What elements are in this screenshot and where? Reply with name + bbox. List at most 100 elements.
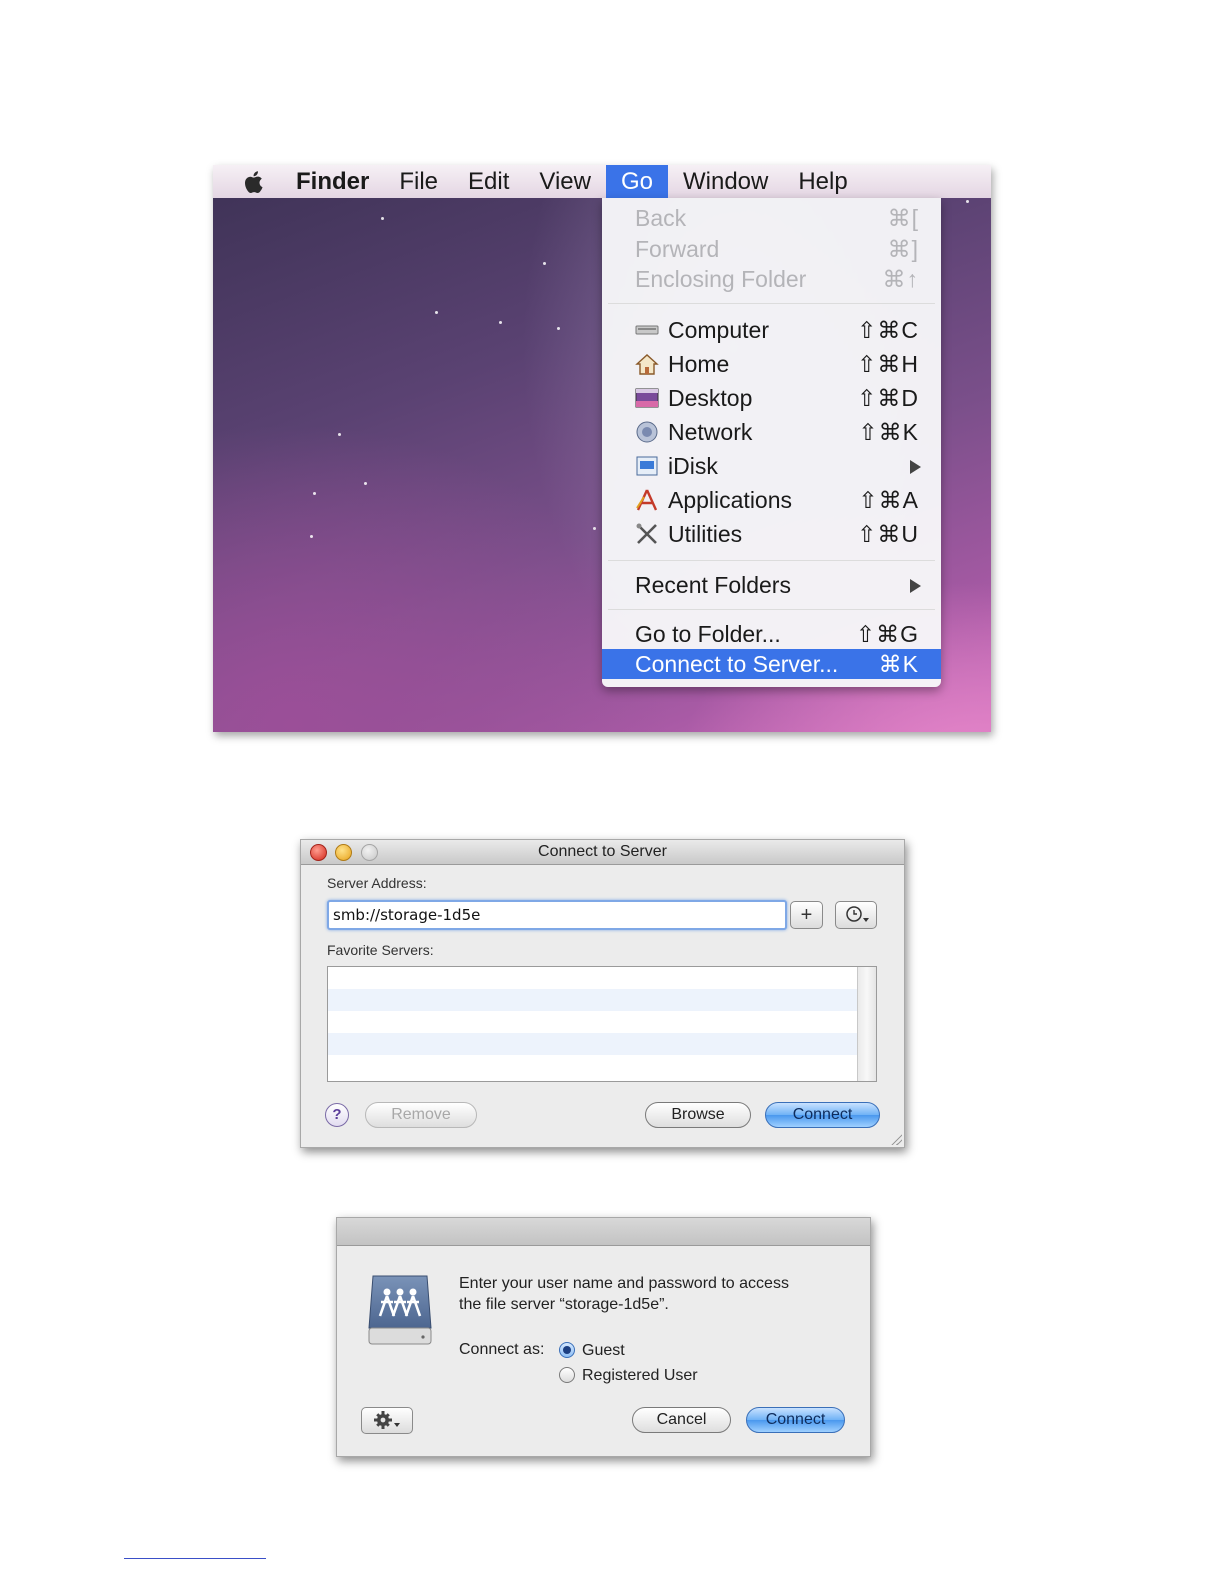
finder-go-menu-screenshot: Finder File Edit View Go Window Help Bac… [213,165,991,732]
menu-item-enclosing-folder: Enclosing Folder ⌘↑ [602,264,941,294]
menu-item-label: iDisk [668,453,718,479]
menu-item-shortcut: ⇧⌘G [855,621,919,647]
help-button[interactable]: ? [325,1103,349,1127]
go-menu-dropdown: Back ⌘[ Forward ⌘] Enclosing Folder ⌘↑ C… [602,198,941,687]
menu-item-shortcut: ⇧⌘H [857,351,919,377]
star [381,217,384,220]
menu-item-forward: Forward ⌘] [602,234,941,264]
menu-window[interactable]: Window [668,165,783,198]
menu-go[interactable]: Go [605,165,668,198]
menu-item-applications[interactable]: Applications ⇧⌘A [602,485,941,515]
connect-button[interactable]: Connect [765,1102,880,1128]
submenu-arrow-icon [910,579,921,593]
star [966,200,969,203]
connect-to-server-dialog: Connect to Server Server Address: smb://… [300,839,905,1148]
menu-item-back: Back ⌘[ [602,203,941,233]
cancel-button[interactable]: Cancel [632,1407,731,1433]
utilities-icon [636,523,657,544]
star [313,492,316,495]
menu-separator [608,303,935,304]
file-server-icon [368,1275,432,1345]
network-icon [636,421,658,443]
menu-edit[interactable]: Edit [453,165,524,198]
menu-item-connect-to-server[interactable]: Connect to Server... ⌘K [602,649,941,679]
registered-user-radio[interactable] [559,1367,575,1383]
star [364,482,367,485]
menu-separator [608,560,935,561]
sheet-top-bar [337,1218,870,1246]
remove-button[interactable]: Remove [365,1102,477,1128]
guest-radio[interactable] [559,1342,575,1358]
clock-dropdown-icon [846,906,869,922]
menu-item-label: Back [635,205,687,231]
action-menu-button[interactable] [361,1407,413,1434]
idisk-icon [636,456,658,476]
menu-item-shortcut: ⇧⌘A [858,487,919,513]
favorite-servers-list[interactable] [327,966,877,1082]
list-scrollbar[interactable] [857,967,876,1081]
menu-item-shortcut: ⇧⌘D [857,385,919,411]
window-title: Connect to Server [538,843,667,860]
apple-icon[interactable] [240,168,268,196]
zoom-button[interactable] [361,844,378,861]
menu-file[interactable]: File [384,165,453,198]
menu-item-label: Recent Folders [635,572,791,598]
computer-icon [635,325,659,335]
server-address-input[interactable]: smb://storage-1d5e [327,900,787,930]
login-message-line: the file server “storage-1d5e”. [459,1296,669,1313]
footnote-divider [124,1558,266,1559]
menu-item-shortcut: ⇧⌘K [858,419,919,445]
recent-servers-button[interactable] [835,901,877,929]
menu-item-label: Utilities [668,521,743,547]
minimize-button[interactable] [335,844,352,861]
menu-item-label: Enclosing Folder [635,266,807,292]
menu-item-shortcut: ⌘K [878,651,919,677]
menu-item-label: Desktop [668,385,753,411]
menu-item-shortcut: ⇧⌘C [857,317,919,343]
list-item [328,1055,876,1077]
star [310,535,313,538]
browse-button[interactable]: Browse [645,1102,751,1128]
star [593,527,596,530]
menu-item-utilities[interactable]: Utilities ⇧⌘U [602,519,941,549]
list-item [328,1011,876,1033]
submenu-arrow-icon [910,460,921,474]
title-bar: Connect to Server [301,840,904,865]
menu-item-go-to-folder[interactable]: Go to Folder... ⇧⌘G [602,619,941,649]
desktop-icon [635,388,659,408]
menu-item-shortcut: ⇧⌘U [857,521,919,547]
menu-item-label: Applications [668,487,793,513]
menu-separator [608,609,935,610]
star [543,262,546,265]
menu-item-shortcut: ⌘[ [887,205,919,231]
menu-bar: Finder File Edit View Go Window Help [213,165,991,198]
menu-item-computer[interactable]: Computer ⇧⌘C [602,315,941,345]
menu-item-network[interactable]: Network ⇧⌘K [602,417,941,447]
menu-item-recent-folders[interactable]: Recent Folders [602,570,941,600]
menu-finder[interactable]: Finder [296,165,384,198]
star [338,433,341,436]
menu-item-label: Computer [668,317,769,343]
menu-item-home[interactable]: Home ⇧⌘H [602,349,941,379]
menu-item-desktop[interactable]: Desktop ⇧⌘D [602,383,941,413]
star [557,327,560,330]
home-icon [635,354,659,375]
menu-item-shortcut: ⌘↑ [882,266,919,292]
favorite-servers-label: Favorite Servers: [327,942,434,958]
close-button[interactable] [310,844,327,861]
guest-radio-label[interactable]: Guest [582,1342,625,1360]
login-message: Enter your user name and password to acc… [459,1273,849,1315]
registered-user-radio-label[interactable]: Registered User [582,1367,698,1385]
menu-view[interactable]: View [524,165,606,198]
menu-item-idisk[interactable]: iDisk [602,451,941,481]
list-item [328,989,876,1011]
menu-item-shortcut: ⌘] [887,236,919,262]
connect-button[interactable]: Connect [746,1407,845,1433]
list-item [328,1033,876,1055]
menu-item-label: Network [668,419,753,445]
menu-item-label: Go to Folder... [635,621,781,647]
add-favorite-button[interactable]: + [790,901,823,929]
resize-grip[interactable] [890,1133,902,1145]
menu-item-label: Connect to Server... [635,651,839,677]
menu-help[interactable]: Help [783,165,862,198]
